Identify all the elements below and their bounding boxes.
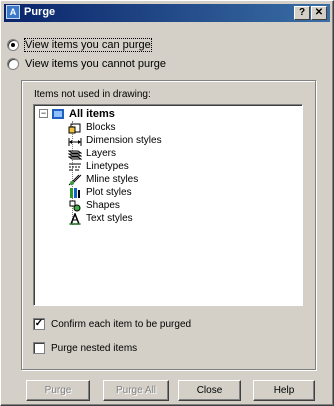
linetypes-icon (68, 161, 82, 173)
tree-item-label: Plot styles (86, 187, 132, 198)
layers-icon (67, 148, 83, 160)
radio-view-can-purge[interactable]: View items you can purge (7, 38, 152, 52)
radio-can-purge-label: View items you can purge (24, 38, 152, 52)
help-button[interactable]: Help (253, 380, 315, 401)
app-icon: A (6, 5, 20, 19)
confirm-each-item-checkbox[interactable]: ✓ Confirm each item to be purged (33, 318, 191, 330)
radio-view-cannot-purge[interactable]: View items you cannot purge (7, 58, 166, 70)
purge-nested-checkbox[interactable]: Purge nested items (33, 342, 137, 354)
items-group-label: Items not used in drawing: (34, 89, 151, 100)
tree-item-label: Text styles (86, 213, 133, 224)
tree-item-label: Blocks (86, 122, 116, 133)
radio-cannot-purge-dot[interactable] (7, 58, 19, 70)
purge-button[interactable]: Purge (26, 380, 90, 401)
tree-item-dimension-styles[interactable]: Dimension styles (68, 134, 162, 147)
tree-item-linetypes[interactable]: Linetypes (68, 160, 129, 173)
purge-all-button[interactable]: Purge All (103, 380, 169, 401)
mline-styles-icon (68, 174, 82, 186)
nested-check-box[interactable] (33, 342, 45, 354)
dimension-styles-icon (68, 135, 82, 147)
tree-item-label: Shapes (86, 200, 120, 211)
nested-check-label: Purge nested items (51, 342, 138, 354)
close-title-button[interactable]: ✕ (311, 6, 327, 20)
shapes-icon (68, 200, 82, 212)
tree-item-text-styles[interactable]: Text styles (68, 211, 133, 225)
radio-cannot-purge-label: View items you cannot purge (25, 58, 167, 70)
title-bar[interactable]: A Purge ? ✕ (4, 4, 330, 22)
tree-root-label: All items (69, 107, 115, 120)
tree-root[interactable]: All items (51, 107, 115, 120)
radio-can-purge-dot[interactable] (7, 39, 19, 51)
confirm-check-box[interactable]: ✓ (33, 318, 45, 330)
confirm-check-label: Confirm each item to be purged (51, 318, 192, 330)
tree-item-label: Layers (86, 148, 117, 159)
tree-item-label: Linetypes (86, 161, 129, 172)
help-title-button[interactable]: ? (294, 6, 310, 20)
window-title: Purge (24, 6, 56, 18)
text-styles-icon (68, 211, 82, 225)
tree-item-layers[interactable]: Layers (67, 147, 117, 160)
tree-item-label: Dimension styles (86, 135, 162, 146)
items-tree[interactable]: − All items Blocks Dimension styles Laye… (33, 104, 303, 306)
tree-item-blocks[interactable]: Blocks (68, 121, 115, 134)
tree-item-label: Mline styles (86, 174, 139, 185)
blocks-icon (68, 122, 82, 134)
all-items-icon (51, 108, 65, 120)
tree-item-plot-styles[interactable]: Plot styles (68, 186, 132, 199)
tree-item-shapes[interactable]: Shapes (68, 199, 120, 212)
plot-styles-icon (68, 187, 82, 199)
collapse-icon[interactable]: − (39, 109, 48, 118)
close-button[interactable]: Close (178, 380, 241, 401)
tree-item-mline-styles[interactable]: Mline styles (68, 173, 138, 186)
